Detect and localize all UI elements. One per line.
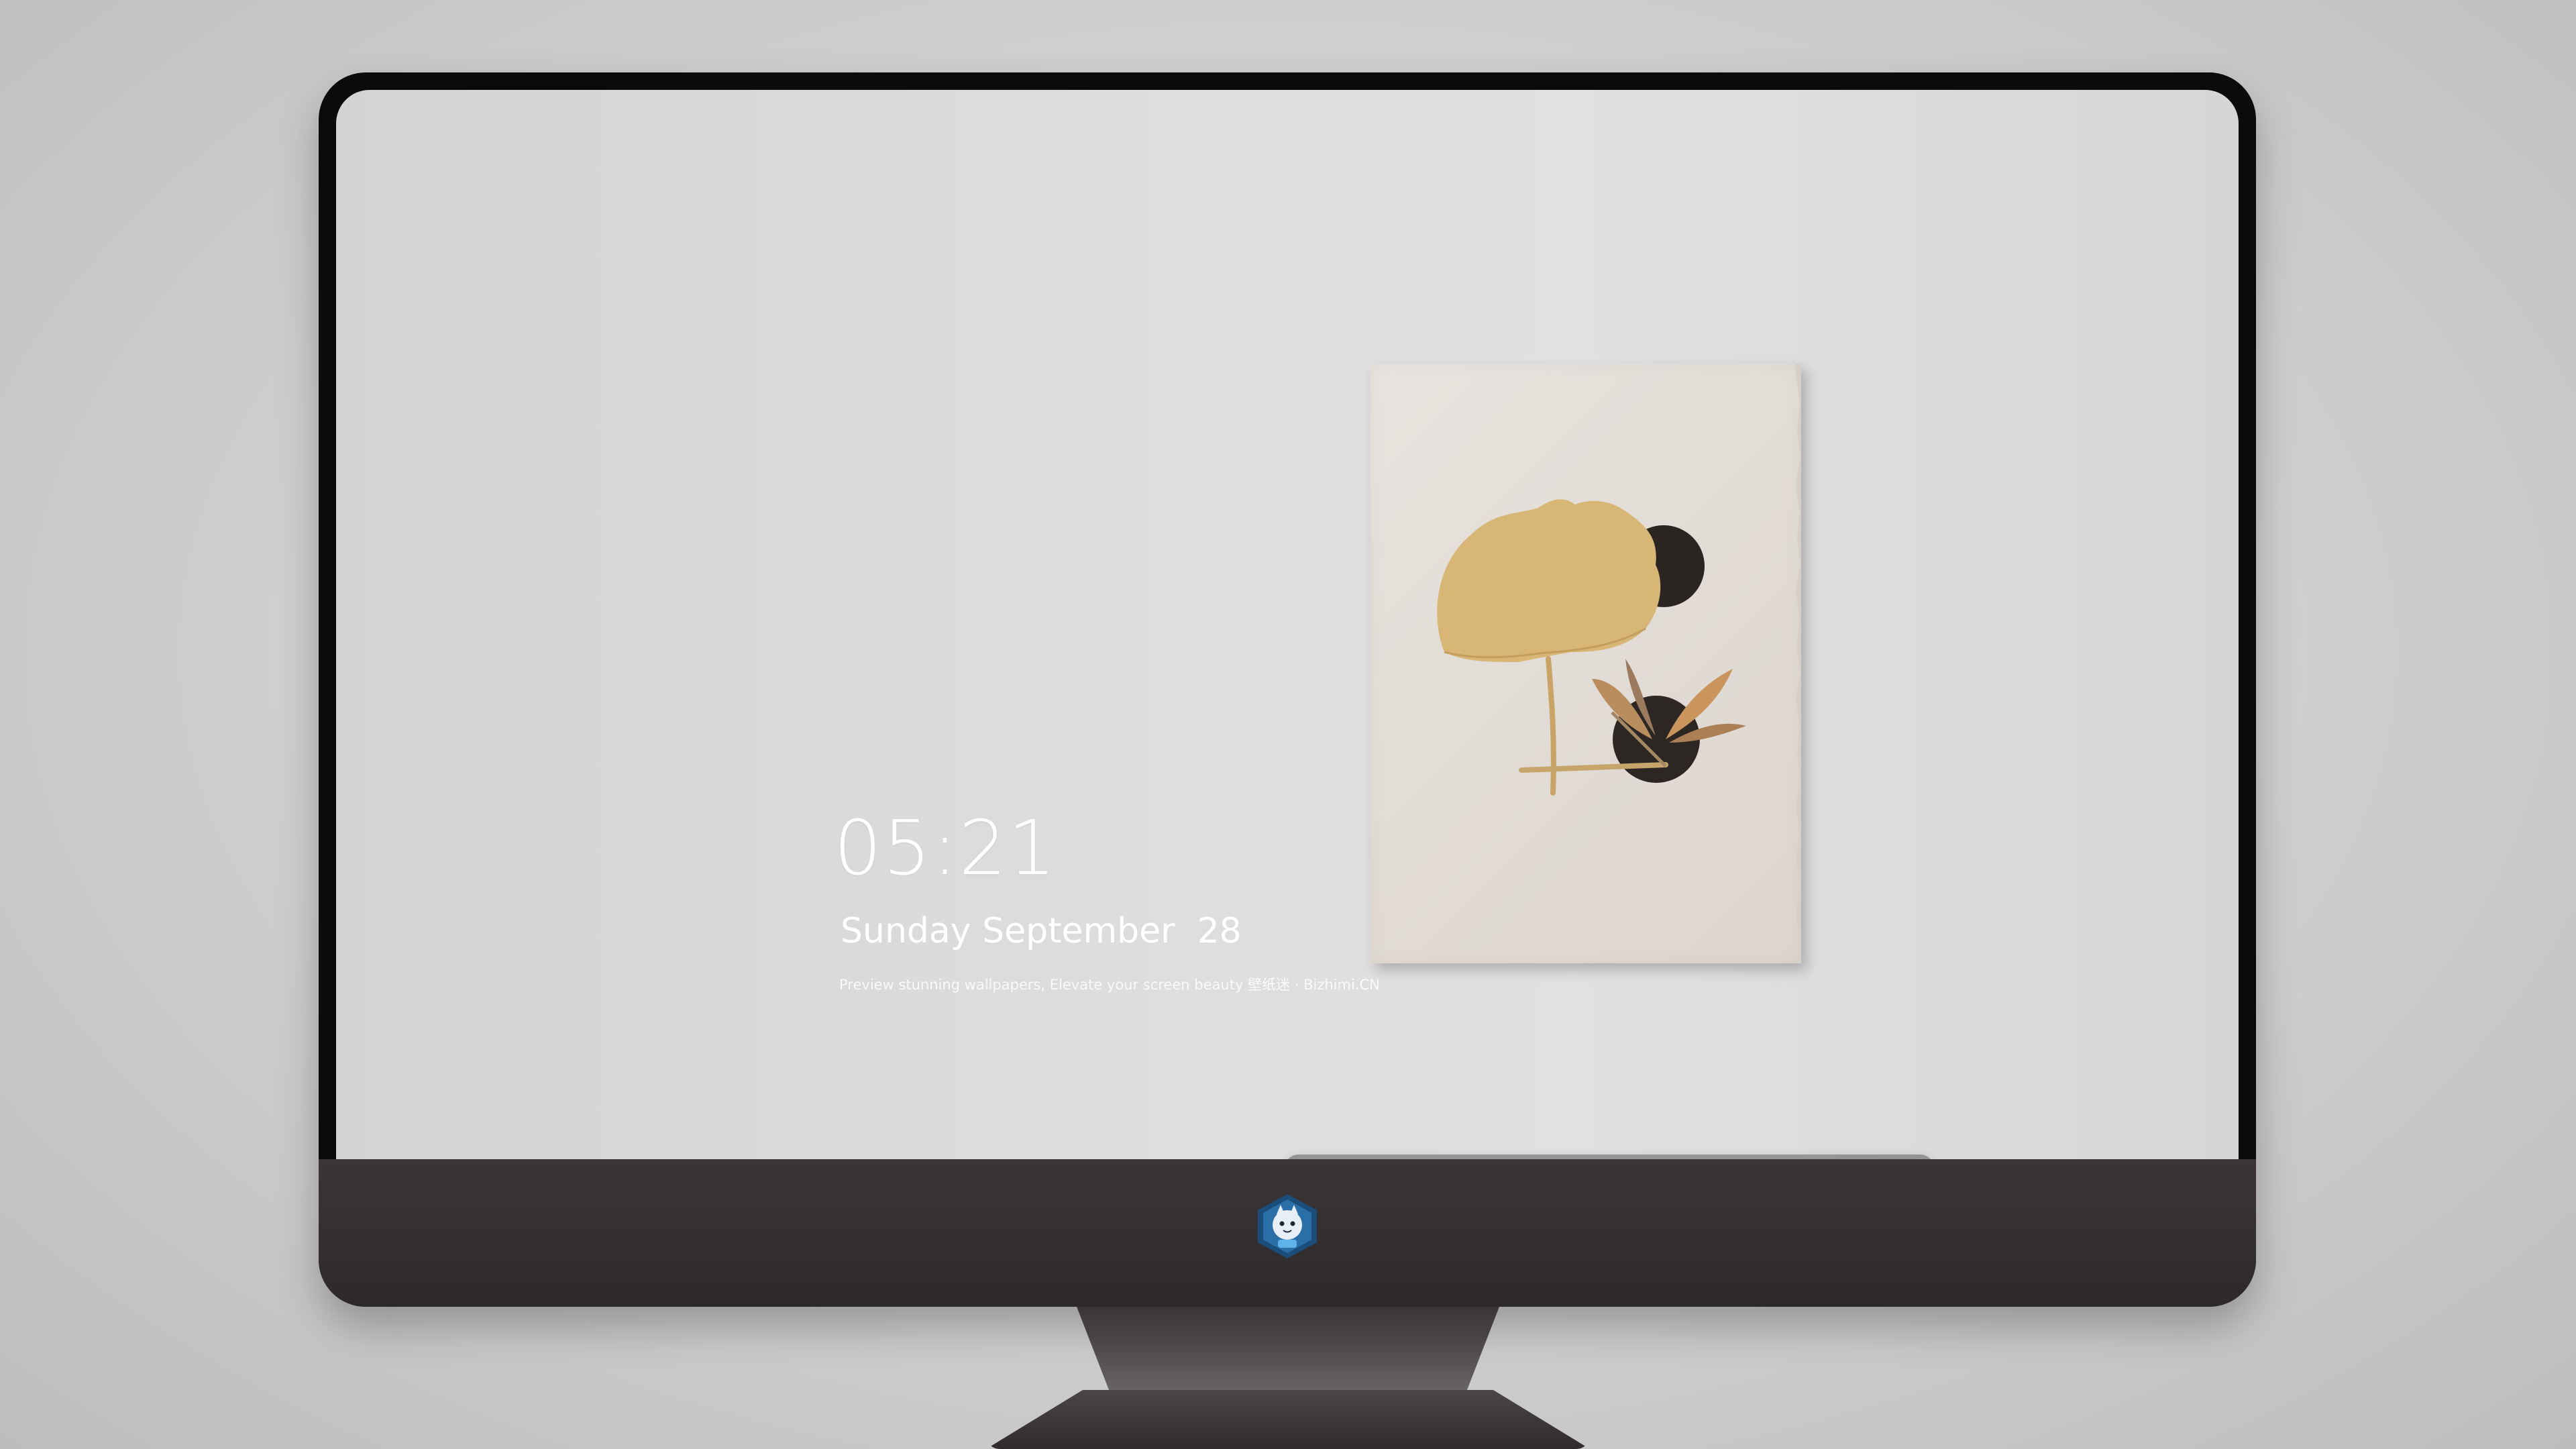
monitor: 05:21 Sunday September 28 Preview stunni… — [319, 72, 2256, 1307]
monitor-stand-base — [986, 1390, 1590, 1449]
brand-logo-icon — [1258, 1194, 1317, 1258]
wallpaper-artwork — [1371, 364, 1801, 963]
monitor-chin — [319, 1159, 2256, 1307]
clock-date: Sunday September 28 — [841, 911, 1242, 951]
pressed-leaf-illustration — [1437, 364, 1801, 963]
clock-time: 05:21 — [834, 805, 1057, 892]
desktop-screen: 05:21 Sunday September 28 Preview stunni… — [336, 90, 2239, 1161]
wallpaper-tagline: Preview stunning wallpapers, Elevate you… — [839, 977, 1380, 993]
monitor-stand-neck — [1077, 1307, 1499, 1394]
